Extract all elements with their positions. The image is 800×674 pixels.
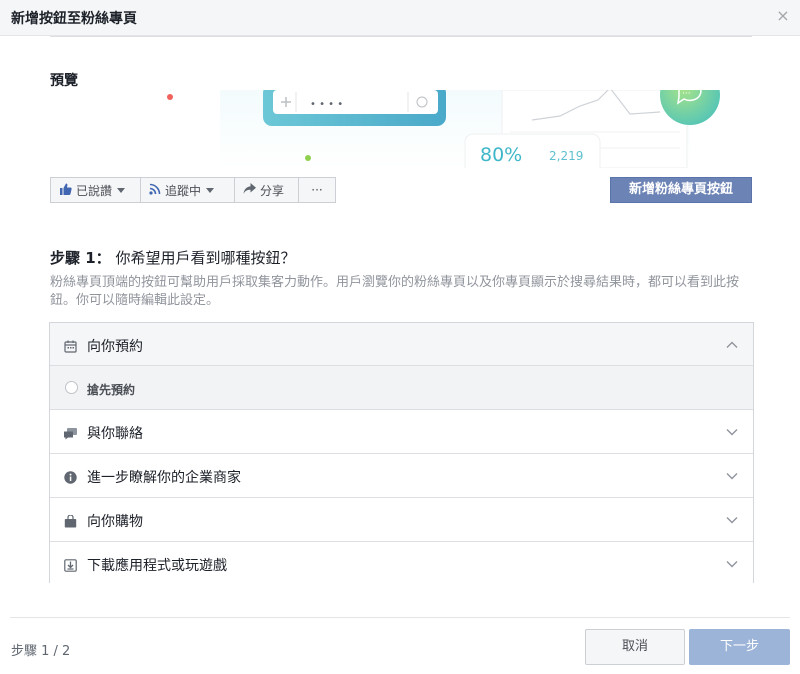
chevron-down-icon bbox=[725, 468, 739, 482]
add-page-button[interactable]: 新增粉絲專頁按鈕 bbox=[610, 177, 752, 203]
accordion-item-label: 與你聯絡 bbox=[87, 426, 143, 442]
accordion-item-booking[interactable]: 向你預約 bbox=[50, 323, 753, 366]
preview-illustration: • • • • 80% 2,219 ··· bbox=[160, 90, 750, 168]
step-question: 你希望用戶看到哪種按鈕？ bbox=[115, 249, 296, 267]
accordion-item-label: 向你預約 bbox=[87, 339, 143, 355]
more-dots-icon: ··· bbox=[311, 183, 323, 197]
accordion-item-contact[interactable]: 與你聯絡 bbox=[50, 410, 753, 454]
share-arrow-icon bbox=[243, 183, 256, 197]
share-label: 分享 bbox=[260, 183, 285, 198]
sub-option-label: 搶先預約 bbox=[87, 383, 136, 397]
divider bbox=[50, 36, 752, 37]
accordion-item-label: 向你購物 bbox=[87, 514, 143, 530]
accordion-item-label: 進一步瞭解你的企業商家 bbox=[87, 470, 241, 486]
info-icon bbox=[64, 469, 77, 484]
stat-count: 2,219 bbox=[549, 149, 583, 163]
chevron-down-icon bbox=[725, 556, 739, 570]
close-icon[interactable]: × bbox=[776, 8, 790, 24]
chevron-up-icon bbox=[725, 337, 739, 351]
following-button[interactable]: 追蹤中 bbox=[141, 177, 235, 203]
step-prefix: 步驟 1： bbox=[50, 249, 111, 267]
download-icon bbox=[64, 557, 77, 572]
following-label: 追蹤中 bbox=[165, 183, 202, 198]
cancel-button[interactable]: 取消 bbox=[585, 629, 685, 665]
rss-feed-icon bbox=[149, 183, 161, 198]
book-now-radio[interactable] bbox=[65, 381, 78, 394]
accordion-sub-option: 搶先預約 bbox=[50, 366, 753, 410]
chevron-down-icon bbox=[725, 424, 739, 438]
preview-graphic: • • • • 80% 2,219 ··· bbox=[220, 90, 720, 168]
share-button[interactable]: 分享 bbox=[235, 177, 299, 203]
thumbs-up-icon bbox=[59, 183, 72, 198]
accordion-item-learn-more[interactable]: 進一步瞭解你的企業商家 bbox=[50, 454, 753, 498]
more-options-button[interactable]: ··· bbox=[299, 177, 336, 203]
preview-search-dots: • • • • bbox=[310, 99, 343, 110]
step-progress: 步驟 1 / 2 bbox=[11, 644, 71, 659]
shopping-bag-icon bbox=[64, 513, 77, 528]
dialog-header: 新增按鈕至粉絲專頁 × bbox=[0, 0, 800, 36]
next-step-button[interactable]: 下一步 bbox=[689, 629, 790, 665]
chevron-down-icon bbox=[206, 187, 215, 193]
preview-heading: 預覽 bbox=[50, 73, 78, 89]
chevron-down-icon bbox=[117, 187, 126, 193]
footer-divider bbox=[10, 617, 790, 618]
stat-percent: 80% bbox=[480, 144, 522, 166]
accordion-item-download[interactable]: 下載應用程式或玩遊戲 bbox=[50, 542, 753, 586]
accordion-item-shop[interactable]: 向你購物 bbox=[50, 498, 753, 542]
chevron-down-icon bbox=[725, 512, 739, 526]
liked-button[interactable]: 已說讚 bbox=[50, 177, 141, 203]
chat-bubble-dots: ··· bbox=[682, 90, 691, 99]
calendar-icon bbox=[64, 338, 77, 353]
step-heading: 步驟 1： 你希望用戶看到哪種按鈕？ bbox=[50, 247, 295, 268]
accordion-item-label: 下載應用程式或玩遊戲 bbox=[87, 558, 227, 574]
dialog-title: 新增按鈕至粉絲專頁 bbox=[11, 11, 137, 27]
decorative-dot bbox=[305, 155, 311, 161]
chat-bubbles-icon bbox=[64, 425, 77, 440]
button-type-accordion: 向你預約 搶先預約 與你聯絡 進一步瞭解你的企業商家 向你購物 下載應用程式或玩… bbox=[49, 322, 754, 586]
liked-label: 已說讚 bbox=[76, 183, 113, 198]
step-description: 粉絲專頁頂端的按鈕可幫助用戶採取集客力動作。用戶瀏覽你的粉絲專頁以及你專頁顯示於… bbox=[50, 275, 740, 308]
